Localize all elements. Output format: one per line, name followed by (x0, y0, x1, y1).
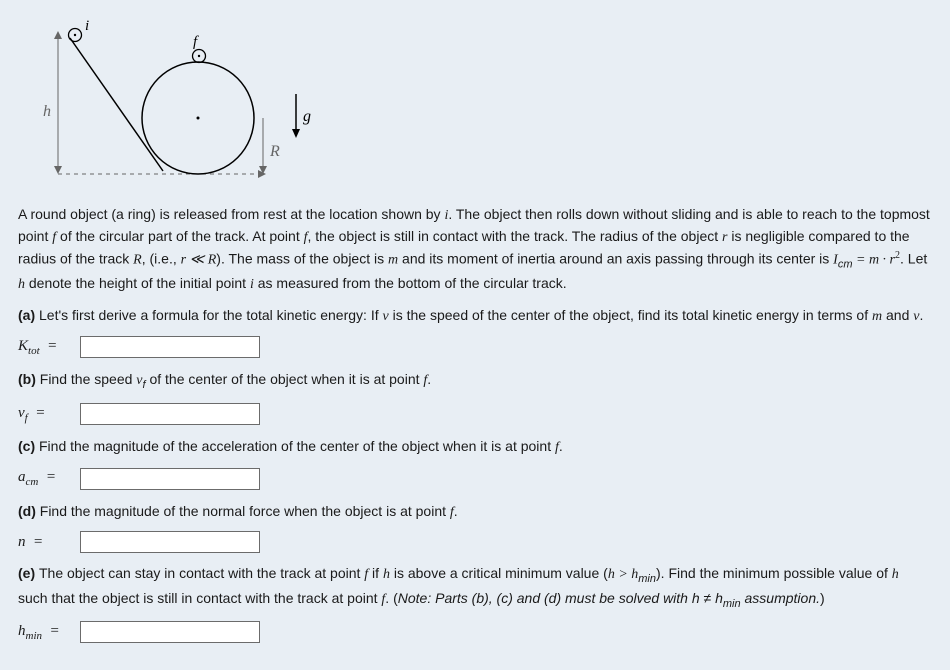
vf-input[interactable] (80, 403, 260, 425)
part-e-answer: hmin = (18, 620, 932, 645)
part-c-text: (c) Find the magnitude of the accelerati… (18, 436, 932, 458)
part-a-answer: Ktot = (18, 335, 932, 360)
label-i: i (85, 18, 89, 34)
acm-input[interactable] (80, 468, 260, 490)
problem-intro: A round object (a ring) is released from… (18, 204, 932, 295)
part-d-text: (d) Find the magnitude of the normal for… (18, 501, 932, 523)
hmin-input[interactable] (80, 621, 260, 643)
part-b-text: (b) Find the speed vf of the center of t… (18, 369, 932, 393)
track-diagram: h i f R g (18, 16, 932, 192)
part-c-answer: acm = (18, 466, 932, 491)
part-b-answer: vf = (18, 402, 932, 427)
label-h: h (43, 103, 51, 120)
label-g: g (303, 108, 311, 125)
problem-container: h i f R g (0, 0, 950, 670)
part-e-text: (e) The object can stay in contact with … (18, 563, 932, 612)
n-input[interactable] (80, 531, 260, 553)
diagram-svg: h i f R g (18, 16, 318, 186)
label-R: R (269, 143, 280, 160)
ktot-input[interactable] (80, 336, 260, 358)
part-a-text: (a) Let's first derive a formula for the… (18, 305, 932, 327)
label-f: f (193, 34, 199, 50)
part-d-answer: n = (18, 531, 932, 554)
